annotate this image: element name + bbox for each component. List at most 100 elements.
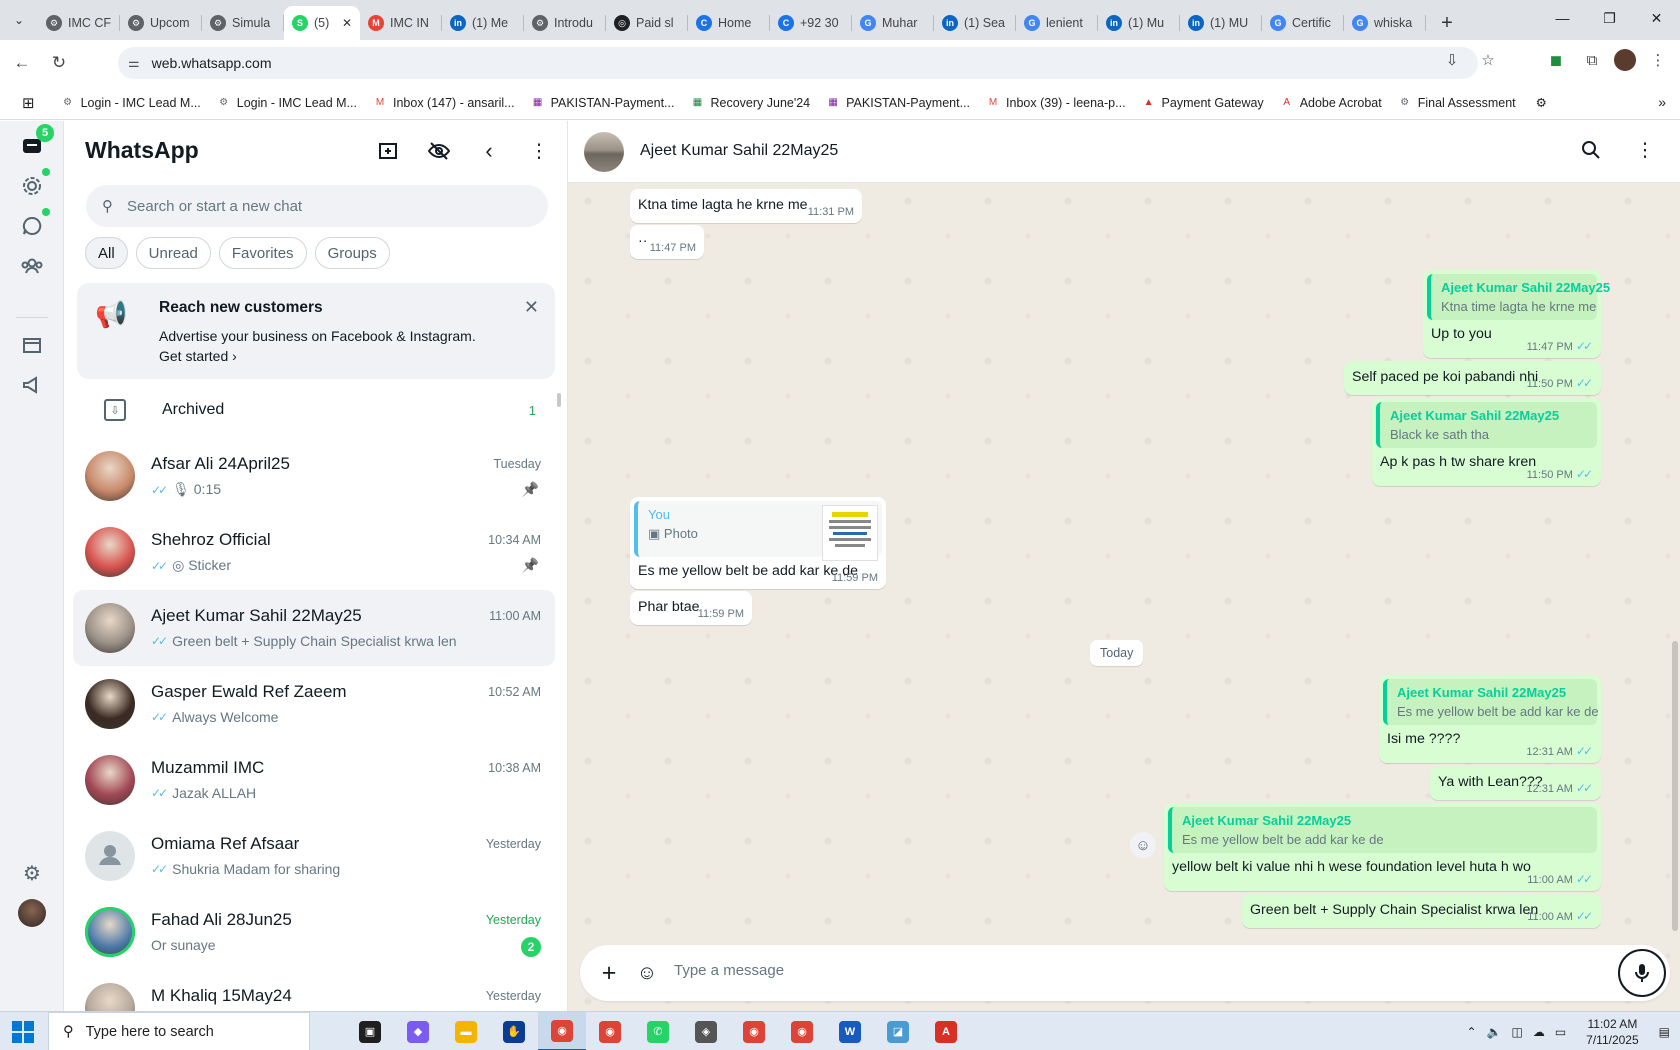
message-input[interactable]: Type a message <box>674 962 784 979</box>
close-icon[interactable]: ✕ <box>342 16 352 30</box>
battery-icon[interactable]: ▭ <box>1555 1025 1566 1039</box>
tray-chevron-icon[interactable]: ⌃ <box>1466 1025 1476 1039</box>
close-window-button[interactable]: ✕ <box>1633 0 1680 36</box>
attach-plus-icon[interactable]: + <box>594 958 624 988</box>
taskbar-app-chrome[interactable]: ◉ <box>778 1012 826 1050</box>
bookmark-item[interactable]: ⚙ Final Assessment <box>1390 96 1524 110</box>
message-outgoing[interactable]: Ajeet Kumar Sahil 22May25 Es me yellow b… <box>1164 803 1601 891</box>
taskbar-app-copilot[interactable]: ◆ <box>394 1012 442 1050</box>
sidebar-scrollbar[interactable] <box>557 393 561 407</box>
sticker-icon[interactable]: ☺ <box>632 958 662 988</box>
chat-list-item[interactable]: Muzammil IMC ✓✓ Jazak ALLAH 10:38 AM <box>73 742 555 818</box>
settings-icon[interactable]: ⚙ <box>16 857 48 889</box>
new-tab-button[interactable]: + <box>1430 6 1464 40</box>
status-nav-icon[interactable] <box>16 168 50 202</box>
quoted-message[interactable]: You ▣ Photo <box>634 501 882 561</box>
bookmark-star-icon[interactable]: ☆ <box>1474 46 1502 74</box>
message-outgoing[interactable]: Green belt + Supply Chain Specialist krw… <box>1242 894 1601 928</box>
bookmark-item[interactable]: ⚙ Login - IMC Lead M... <box>53 96 209 110</box>
network-icon[interactable]: ◫ <box>1511 1025 1522 1039</box>
taskbar-app-chrome[interactable]: ◉ <box>586 1012 634 1050</box>
back-button[interactable]: ← <box>7 48 37 78</box>
search-input[interactable]: ⚲ Search or start a new chat <box>86 185 548 227</box>
taskbar-search[interactable]: ⚲ Type here to search <box>48 1012 310 1050</box>
site-info-icon[interactable]: ⚌ <box>128 55 140 71</box>
promo-card[interactable]: 📢 Reach new customers Advertise your bus… <box>77 283 555 379</box>
browser-tab[interactable]: in (1) MU <box>1180 6 1262 40</box>
advertise-icon[interactable] <box>16 369 48 401</box>
taskbar-app-app[interactable]: ◈ <box>682 1012 730 1050</box>
clock[interactable]: 11:02 AM 7/11/2025 <box>1586 1016 1639 1048</box>
new-chat-icon[interactable] <box>371 133 407 169</box>
message-incoming[interactable]: You ▣ Photo Es me yellow belt be add kar… <box>630 497 886 589</box>
apps-grid-icon[interactable]: ⊞ <box>14 94 49 112</box>
browser-tab[interactable]: ⚙ Simula <box>202 6 284 40</box>
message-outgoing[interactable]: Ya with Lean??? 12:31 AM ✓✓ <box>1430 766 1601 800</box>
browser-tab[interactable]: Glenient <box>1016 6 1098 40</box>
archived-row[interactable]: ⇩ Archived 1 <box>104 385 548 435</box>
taskbar-app-task-view[interactable]: ▣ <box>346 1012 394 1050</box>
chat-list-item[interactable]: Afsar Ali 24April25 ✓✓ 🎙 0:15 Tuesday 📌 <box>73 438 555 514</box>
notifications-icon[interactable]: ▤ <box>1659 1025 1670 1039</box>
bookmark-overflow-icon[interactable]: ⚙ <box>1528 95 1555 110</box>
bookmark-item[interactable]: ⚙ Login - IMC Lead M... <box>209 96 365 110</box>
browser-tab[interactable]: ⚙ Introdu <box>524 6 606 40</box>
taskbar-app-whatsapp[interactable]: ✆ <box>634 1012 682 1050</box>
microphone-icon[interactable] <box>1618 949 1666 997</box>
close-icon[interactable]: ✕ <box>524 297 539 318</box>
chevron-left-icon[interactable]: ‹ <box>471 133 507 169</box>
browser-tab[interactable]: G Muhar <box>852 6 934 40</box>
chat-list-item[interactable]: Ajeet Kumar Sahil 22May25 ✓✓ Green belt + … <box>73 590 555 666</box>
browser-tab[interactable]: in (1) Me <box>442 6 524 40</box>
browser-tab[interactable]: in (1) Sea <box>934 6 1016 40</box>
message-outgoing[interactable]: Ajeet Kumar Sahil 22May25 Black ke sath … <box>1372 398 1601 486</box>
reload-button[interactable]: ↻ <box>44 48 74 78</box>
minimize-button[interactable]: — <box>1539 0 1586 36</box>
chat-list-item[interactable]: Shehroz Official ✓✓ ◎ Sticker 10:34 AM 📌 <box>73 514 555 590</box>
profile-avatar[interactable] <box>1614 49 1636 71</box>
message-outgoing[interactable]: Ajeet Kumar Sahil 22May25 Es me yellow b… <box>1379 675 1601 763</box>
chat-list-item[interactable]: Gasper Ewald Ref Zaeem ✓✓ Always Welcome 10… <box>73 666 555 742</box>
weather-icon[interactable]: ☁ <box>1533 1025 1545 1039</box>
extension-icon[interactable]: ◼ <box>1542 46 1570 74</box>
quoted-message[interactable]: Ajeet Kumar Sahil 22May25 Es me yellow b… <box>1168 807 1597 853</box>
chats-nav-icon[interactable]: 5 <box>16 124 54 162</box>
promo-link[interactable]: Get started › <box>159 348 237 364</box>
browser-tab[interactable]: C Home <box>688 6 770 40</box>
channels-nav-icon[interactable] <box>16 208 50 242</box>
message-outgoing[interactable]: Ajeet Kumar Sahil 22May25 Ktna time lagt… <box>1423 270 1610 358</box>
start-button[interactable] <box>12 1021 34 1043</box>
contact-name[interactable]: Ajeet Kumar Sahil 22May25 <box>640 142 838 160</box>
browser-tab[interactable]: in (1) Mu <box>1098 6 1180 40</box>
extensions-puzzle-icon[interactable]: ⧉ <box>1578 46 1606 74</box>
tab-search-button[interactable]: ⌄ <box>0 0 38 40</box>
bookmark-item[interactable]: ▲ Payment Gateway <box>1134 96 1272 110</box>
browser-tab[interactable]: ◎ Paid sl <box>606 6 688 40</box>
profile-avatar[interactable] <box>16 897 48 929</box>
taskbar-app-word[interactable]: W <box>826 1012 874 1050</box>
browser-menu-icon[interactable]: ⋮ <box>1644 46 1672 74</box>
filter-favorites[interactable]: Favorites <box>218 237 307 269</box>
browser-tab[interactable]: ⚙ IMC CF <box>38 6 120 40</box>
browser-tab[interactable]: C +92 30 <box>770 6 852 40</box>
bookmarks-more-icon[interactable]: » <box>1658 94 1666 110</box>
browser-tab[interactable]: Gwhiska <box>1344 6 1426 40</box>
communities-nav-icon[interactable] <box>16 250 48 282</box>
taskbar-app-file-explorer[interactable]: ▬ <box>442 1012 490 1050</box>
filter-groups[interactable]: Groups <box>314 237 390 269</box>
quoted-message[interactable]: Ajeet Kumar Sahil 22May25 Ktna time lagt… <box>1427 274 1610 320</box>
quoted-message[interactable]: Ajeet Kumar Sahil 22May25 Black ke sath … <box>1376 402 1597 448</box>
message-incoming[interactable]: Ktna time lagta he krne me 11:31 PM <box>630 189 862 223</box>
browser-tab[interactable]: G Certific <box>1262 6 1344 40</box>
conversation-scrollbar[interactable] <box>1672 641 1678 931</box>
hide-icon[interactable] <box>421 133 457 169</box>
search-icon[interactable] <box>1576 135 1606 165</box>
bookmark-item[interactable]: ▦ Recovery June'24 <box>682 96 818 110</box>
menu-icon[interactable]: ⋮ <box>1630 135 1660 165</box>
message-outgoing[interactable]: Self paced pe koi pabandi nhi 11:50 PM ✓✓ <box>1344 361 1601 395</box>
message-incoming[interactable]: ·· 11:47 PM <box>630 225 704 259</box>
bookmark-item[interactable]: M Inbox (147) - ansaril... <box>365 96 523 110</box>
bookmark-item[interactable]: ▦ PAKISTAN-Payment... <box>818 96 978 110</box>
restore-button[interactable]: ❐ <box>1586 0 1633 36</box>
install-app-icon[interactable]: ⇩ <box>1438 46 1466 74</box>
